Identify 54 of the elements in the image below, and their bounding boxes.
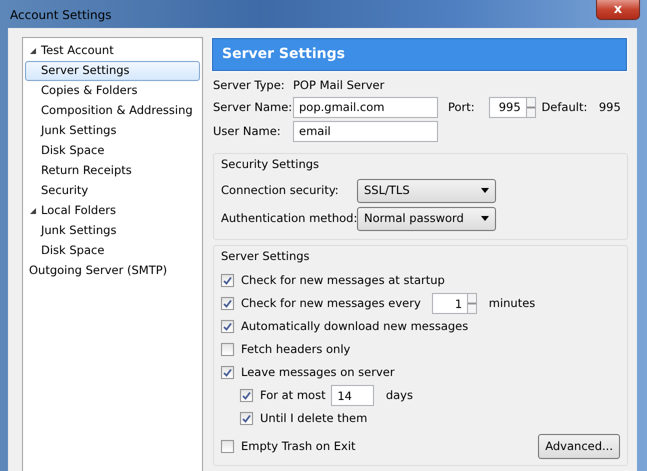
checkbox[interactable] [221, 440, 234, 454]
tree-item[interactable]: Test Account [25, 41, 200, 61]
field-value: 995 [598, 98, 621, 116]
checkbox[interactable] [240, 412, 253, 425]
tree-item[interactable]: Junk Settings [25, 221, 200, 241]
tree-item[interactable]: Local Folders [25, 201, 200, 221]
collapse-icon[interactable] [29, 207, 37, 215]
field-label: User Name: [213, 122, 282, 140]
field-label: Server Name: [213, 98, 293, 116]
tree-item[interactable]: Disk Space [25, 241, 200, 261]
checkbox[interactable] [240, 389, 253, 402]
field-label: Connection security: [221, 182, 340, 200]
collapse-icon[interactable] [29, 47, 37, 55]
caret-icon [481, 216, 489, 222]
unit-label: days [386, 386, 413, 404]
tree-item[interactable]: Junk Settings [25, 121, 200, 141]
checkbox-label: Check for new messages at startup [241, 272, 445, 289]
panel-header: Server Settings [212, 38, 627, 71]
checkbox-label: For at most [260, 386, 326, 404]
dropdown[interactable]: SSL/TLS [357, 178, 496, 203]
advanced-button[interactable]: Advanced... [538, 434, 620, 460]
server-name-field[interactable]: pop.gmail.com [293, 96, 438, 118]
field-label: Port: [448, 98, 475, 116]
checkbox-label: Check for new messages every [241, 294, 421, 312]
checkbox[interactable] [221, 274, 234, 287]
group-title: Server Settings [221, 248, 311, 265]
field-label: Authentication method: [221, 210, 357, 228]
dropdown[interactable]: Normal password [357, 206, 496, 231]
close-button[interactable]: x [596, 0, 640, 20]
group-title: Security Settings [221, 156, 320, 173]
checkbox-label: Leave messages on server [241, 364, 395, 381]
caret-icon [481, 188, 489, 194]
checkbox-label: Fetch headers only [241, 340, 350, 358]
checkbox-label: Empty Trash on Exit [241, 438, 356, 455]
checkbox[interactable] [221, 297, 234, 310]
tree-item[interactable]: Server Settings [25, 61, 200, 81]
days-field[interactable]: 14 [331, 385, 374, 406]
tree-item[interactable]: Disk Space [25, 141, 200, 161]
tree-item[interactable]: Composition & Addressing [25, 101, 200, 121]
user-name-field[interactable]: email [293, 120, 438, 142]
unit-label: minutes [488, 294, 536, 312]
field-label: Server Type: [213, 76, 286, 94]
tree-item[interactable]: Return Receipts [25, 161, 200, 181]
field-value: POP Mail Server [293, 76, 384, 94]
checkbox-label: Automatically download new messages [241, 318, 468, 335]
tree-item[interactable]: Outgoing Server (SMTP) [25, 261, 200, 281]
tree-item[interactable]: Security [25, 181, 200, 201]
checkbox-label: Until I delete them [260, 410, 368, 427]
window-title: Account Settings [10, 7, 112, 24]
tree-item[interactable]: Copies & Folders [25, 81, 200, 101]
checkbox[interactable] [221, 366, 234, 379]
checkbox[interactable] [221, 320, 234, 333]
field-label: Default: [541, 98, 588, 116]
checkbox[interactable] [221, 343, 234, 356]
